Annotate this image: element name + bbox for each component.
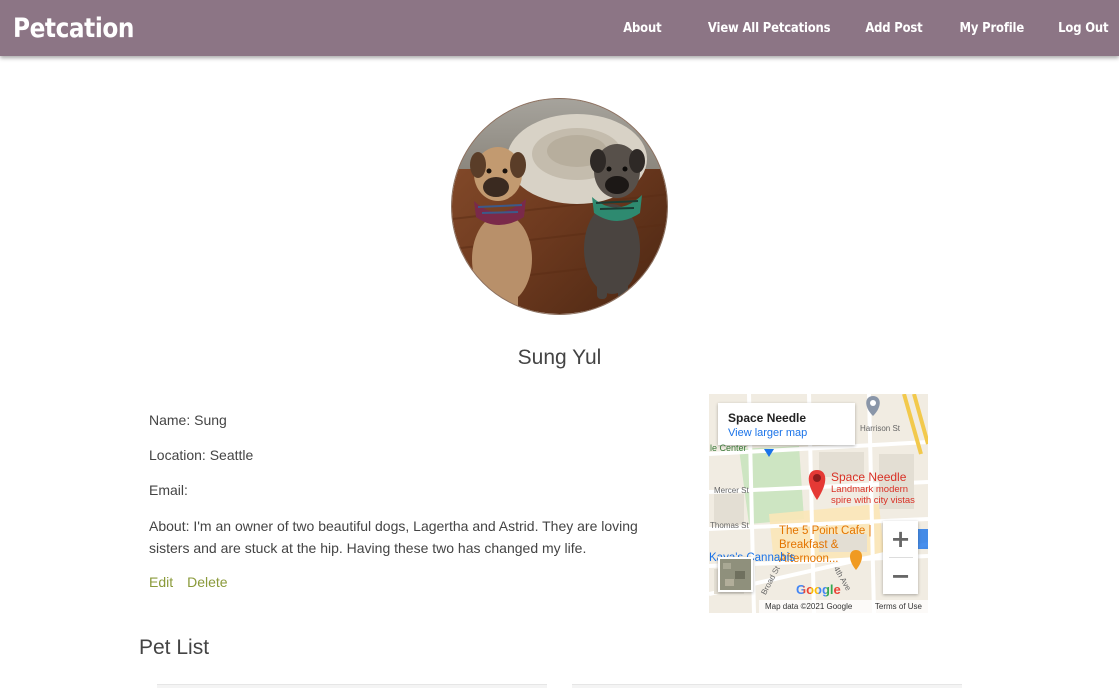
embedded-map[interactable]: Space Needle View larger map le Center H… — [709, 394, 928, 613]
location-line: Location: Seattle — [149, 447, 254, 463]
about-line: About: I'm an owner of two beautiful dog… — [149, 518, 638, 556]
dogs-photo-illustration — [452, 99, 667, 314]
street-mercer: Mercer St — [714, 486, 749, 495]
map-label-center: le Center — [710, 443, 747, 453]
brand-logo[interactable]: Petcation — [13, 13, 134, 44]
name-line: Name: Sung — [149, 412, 227, 428]
map-footer: Map data ©2021 Google Terms of Use — [759, 600, 928, 613]
pet-card[interactable] — [572, 684, 962, 688]
map-card-title: Space Needle — [728, 411, 807, 425]
edit-link[interactable]: Edit — [149, 572, 173, 593]
nav-log-out[interactable]: Log Out — [1058, 20, 1108, 36]
map-place-desc: Landmark modern spire with city vistas — [831, 484, 915, 506]
google-logo: Google — [796, 582, 841, 597]
profile-avatar — [451, 98, 668, 315]
map-terms-link[interactable]: Terms of Use — [875, 602, 922, 611]
satellite-thumbnail-icon — [720, 559, 751, 590]
map-data-attribution: Map data ©2021 Google — [765, 602, 853, 611]
pet-list-heading: Pet List — [139, 636, 210, 659]
email-line: Email: — [149, 482, 188, 498]
google-logo-text: Google — [796, 582, 841, 597]
nav-add-post[interactable]: Add Post — [865, 20, 922, 36]
navbar: Petcation About View All Petcations Add … — [0, 0, 1119, 56]
pet-card[interactable] — [157, 684, 547, 688]
profile-actions: Edit Delete — [149, 572, 679, 593]
map-place-name[interactable]: Space Needle — [831, 470, 906, 484]
profile-details: Name: Sung Location: Seattle Email: Abou… — [149, 410, 679, 593]
map-cafe-label[interactable]: The 5 Point Cafe | Breakfast & Afternoon… — [779, 524, 889, 566]
nav-links: About View All Petcations Add Post My Pr… — [617, 20, 1108, 36]
view-larger-map-link[interactable]: View larger map — [728, 427, 845, 439]
nav-view-all-petcations[interactable]: View All Petcations — [708, 20, 831, 36]
street-harrison: Harrison St — [860, 424, 901, 433]
map-info-card: Space Needle View larger map — [718, 403, 855, 445]
zoom-in-button[interactable]: + — [883, 521, 918, 557]
profile-name-heading: Sung Yul — [517, 346, 602, 369]
nav-about[interactable]: About — [623, 20, 661, 36]
satellite-toggle[interactable] — [718, 557, 753, 592]
nav-my-profile[interactable]: My Profile — [959, 20, 1024, 36]
map-zoom-control: + − — [883, 521, 918, 594]
delete-link[interactable]: Delete — [187, 572, 227, 593]
zoom-out-button[interactable]: − — [883, 558, 918, 594]
street-thomas: Thomas St — [710, 521, 749, 530]
